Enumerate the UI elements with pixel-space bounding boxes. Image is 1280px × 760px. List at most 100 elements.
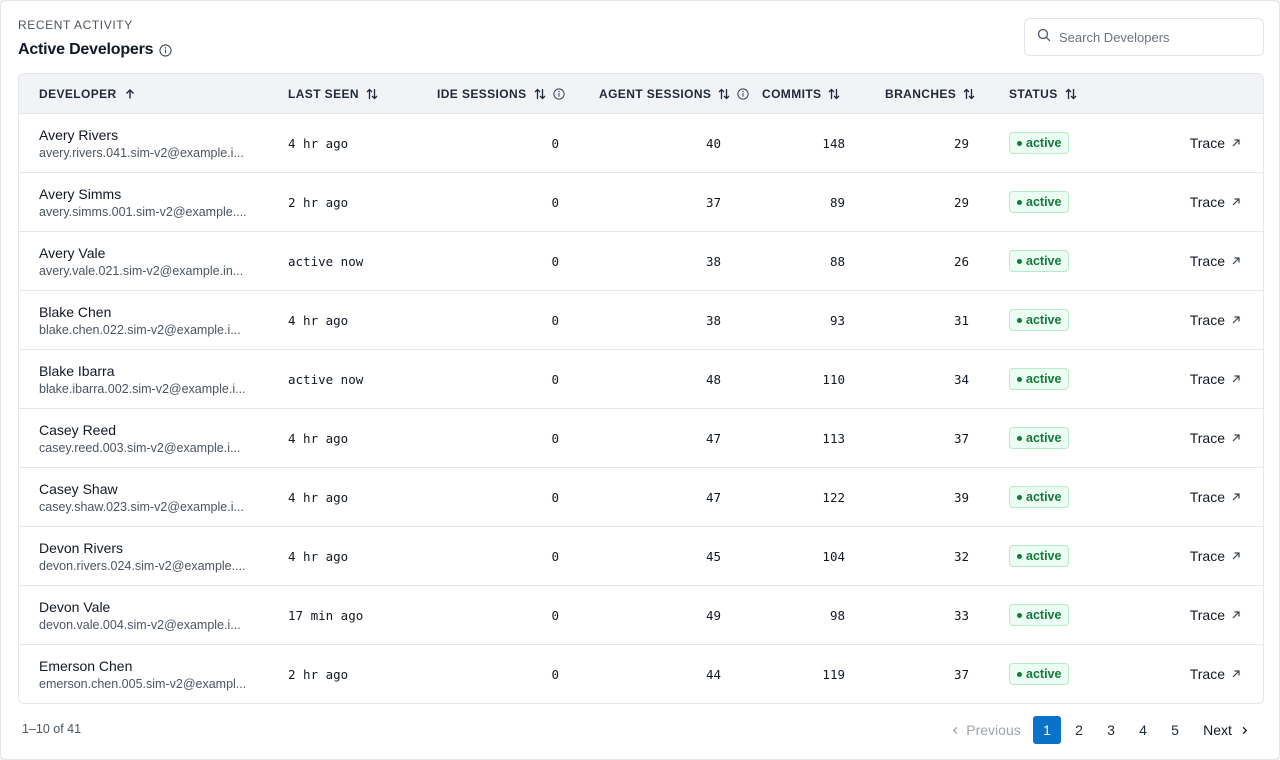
sort-icon — [827, 87, 841, 101]
column-header-status[interactable]: STATUS — [1009, 74, 1078, 114]
column-label: IDE SESSIONS — [437, 87, 527, 101]
column-header-ide-sessions[interactable]: IDE SESSIONS — [437, 74, 565, 114]
status-badge: active — [1009, 663, 1070, 685]
status-cell: active — [1009, 173, 1070, 231]
agent-sessions-cell: 38 — [705, 312, 721, 328]
ide-sessions-cell: 0 — [551, 548, 559, 564]
trace-link[interactable]: Trace — [1190, 586, 1241, 644]
developer-name: Devon Rivers — [39, 539, 124, 556]
developer-cell: Blake Ibarra blake.ibarra.002.sim-v2@exam… — [39, 350, 251, 408]
last-seen-cell: 4 hr ago — [288, 430, 349, 446]
column-header-developer[interactable]: DEVELOPER — [39, 74, 137, 114]
info-icon[interactable] — [159, 43, 172, 57]
ide-sessions-cell: 0 — [551, 253, 559, 269]
table-row: Avery Rivers avery.rivers.041.sim-v2@exam… — [19, 114, 1263, 173]
branches-cell: 39 — [953, 489, 969, 505]
status-cell: active — [1009, 586, 1070, 644]
status-label: active — [1026, 608, 1062, 622]
info-icon[interactable] — [737, 88, 749, 100]
page-button-4[interactable]: 4 — [1129, 716, 1157, 744]
arrow-up-right-icon — [1231, 256, 1241, 266]
sort-icon — [962, 87, 976, 101]
branches-cell: 33 — [953, 607, 969, 623]
column-header-last-seen[interactable]: LAST SEEN — [288, 74, 379, 114]
status-label: active — [1026, 372, 1062, 386]
trace-link[interactable]: Trace — [1190, 114, 1241, 172]
trace-link[interactable]: Trace — [1190, 409, 1241, 467]
status-badge: active — [1009, 486, 1070, 508]
branches-cell: 32 — [953, 548, 969, 564]
branches-cell: 31 — [953, 312, 969, 328]
column-header-commits[interactable]: COMMITS — [762, 74, 841, 114]
status-label: active — [1026, 136, 1062, 150]
branches-cell: 37 — [953, 666, 969, 682]
agent-sessions-cell: 48 — [705, 371, 721, 387]
trace-link[interactable]: Trace — [1190, 350, 1241, 408]
branches-cell: 34 — [953, 371, 969, 387]
trace-link[interactable]: Trace — [1190, 291, 1241, 349]
trace-link[interactable]: Trace — [1190, 645, 1241, 703]
column-label: LAST SEEN — [288, 87, 359, 101]
column-header-agent-sessions[interactable]: AGENT SESSIONS — [599, 74, 749, 114]
status-badge: active — [1009, 191, 1070, 213]
status-dot-icon — [1017, 317, 1022, 323]
ide-sessions-cell: 0 — [551, 135, 559, 151]
branches-cell: 37 — [953, 430, 969, 446]
developer-cell: Devon Rivers devon.rivers.024.sim-v2@exam… — [39, 527, 251, 585]
sort-icon — [365, 87, 379, 101]
table-row: Casey Reed casey.reed.003.sim-v2@example.… — [19, 409, 1263, 468]
last-seen-cell: 4 hr ago — [288, 548, 349, 564]
status-cell: active — [1009, 468, 1070, 526]
arrow-up-right-icon — [1231, 374, 1241, 384]
status-badge: active — [1009, 250, 1070, 272]
ide-sessions-cell: 0 — [551, 666, 559, 682]
trace-label: Trace — [1189, 312, 1225, 328]
sort-icon — [533, 87, 547, 101]
ide-sessions-cell: 0 — [551, 312, 559, 328]
section-eyebrow: RECENT ACTIVITY — [18, 18, 133, 32]
status-badge: active — [1009, 545, 1070, 567]
trace-link[interactable]: Trace — [1190, 232, 1241, 290]
status-label: active — [1026, 549, 1062, 563]
chevron-left-icon — [951, 726, 960, 735]
status-dot-icon — [1017, 140, 1022, 146]
last-seen-cell: active now — [288, 253, 364, 269]
page-button-2[interactable]: 2 — [1065, 716, 1093, 744]
search-box[interactable] — [1024, 18, 1264, 56]
previous-button[interactable]: Previous — [949, 716, 1023, 744]
developer-cell: Devon Vale devon.vale.004.sim-v2@example.… — [39, 586, 251, 644]
developer-cell: Avery Simms avery.simms.001.sim-v2@exampl… — [39, 173, 251, 231]
status-cell: active — [1009, 645, 1070, 703]
developer-email: avery.rivers.041.sim-v2@example.i... — [39, 145, 244, 160]
status-label: active — [1026, 490, 1062, 504]
trace-label: Trace — [1189, 194, 1225, 210]
next-button[interactable]: Next — [1201, 716, 1251, 744]
commits-cell: 98 — [829, 607, 845, 623]
last-seen-cell: active now — [288, 371, 364, 387]
info-icon[interactable] — [552, 88, 565, 100]
page-button-5[interactable]: 5 — [1161, 716, 1189, 744]
developer-cell: Avery Rivers avery.rivers.041.sim-v2@exam… — [39, 114, 251, 172]
commits-cell: 93 — [829, 312, 845, 328]
status-cell: active — [1009, 409, 1070, 467]
page-button-1[interactable]: 1 — [1033, 716, 1061, 744]
agent-sessions-cell: 47 — [705, 489, 721, 505]
developer-name: Avery Vale — [39, 244, 106, 261]
table-row: Avery Vale avery.vale.021.sim-v2@example.… — [19, 232, 1263, 291]
trace-link[interactable]: Trace — [1190, 468, 1241, 526]
commits-cell: 113 — [822, 430, 845, 446]
column-header-branches[interactable]: BRANCHES — [885, 74, 976, 114]
status-dot-icon — [1017, 376, 1022, 382]
search-input[interactable] — [1059, 29, 1249, 45]
status-cell: active — [1009, 527, 1070, 585]
trace-label: Trace — [1189, 548, 1225, 564]
status-label: active — [1026, 313, 1062, 327]
arrow-up-right-icon — [1231, 138, 1241, 148]
developer-name: Avery Simms — [39, 185, 122, 202]
commits-cell: 89 — [829, 194, 845, 210]
trace-link[interactable]: Trace — [1190, 527, 1241, 585]
trace-label: Trace — [1189, 253, 1225, 269]
page-button-3[interactable]: 3 — [1097, 716, 1125, 744]
last-seen-cell: 4 hr ago — [288, 135, 349, 151]
trace-link[interactable]: Trace — [1190, 173, 1241, 231]
